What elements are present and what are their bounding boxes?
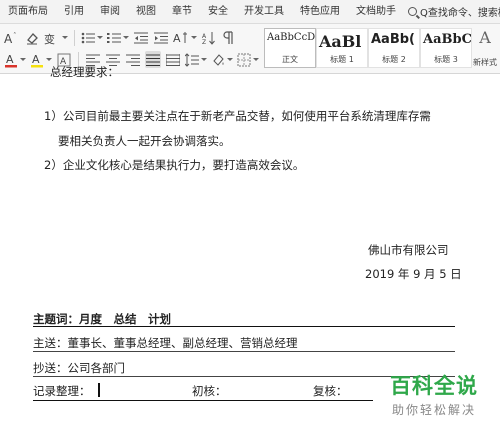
- command-search-label: Q查找命令、搜索模板: [420, 8, 500, 19]
- svg-text:ˆ: ˆ: [13, 32, 17, 40]
- justify-icon[interactable]: [145, 51, 161, 68]
- numbered-list-icon[interactable]: [107, 29, 129, 46]
- watermark-title: 百科全说: [390, 374, 478, 398]
- svg-text:A: A: [32, 53, 40, 66]
- doc-recipients: 主送：董事长、董事总经理、副总经理、营销总经理: [33, 336, 298, 350]
- increase-indent-icon[interactable]: [153, 29, 169, 46]
- tab-security[interactable]: 安全: [200, 0, 236, 24]
- tab-references[interactable]: 引用: [56, 0, 92, 24]
- doc-recipients-rule: [33, 351, 455, 352]
- tab-chapter[interactable]: 章节: [164, 0, 200, 24]
- svg-text:变: 变: [44, 32, 55, 45]
- doc-recheck-label: 复核：: [313, 384, 348, 398]
- phonetic-guide-icon[interactable]: 变: [44, 29, 68, 46]
- style-heading-2[interactable]: AaBb( 标题 2: [368, 28, 420, 68]
- menu-bar: 页面布局 引用 审阅 视图 章节 安全 开发工具 特色应用 文档助手 Q查找命令…: [0, 0, 500, 24]
- distributed-align-icon[interactable]: [165, 51, 181, 68]
- tab-page-layout[interactable]: 页面布局: [0, 0, 56, 24]
- font-size-increase-icon[interactable]: Aˆ: [4, 29, 20, 46]
- decrease-indent-icon[interactable]: [133, 29, 149, 46]
- doc-item-1-line-1: 1）公司目前最主要关注点在于新老产品交替，如何使用平台系统清理库存需: [44, 109, 431, 123]
- style-heading-1[interactable]: AaBl 标题 1: [316, 28, 368, 68]
- doc-requirements-heading: 总经理要求：: [50, 65, 119, 79]
- borders-icon[interactable]: [237, 51, 259, 68]
- watermark-slogan: 助你轻松解决: [391, 403, 476, 417]
- align-right-icon[interactable]: [125, 51, 141, 68]
- tab-review[interactable]: 审阅: [92, 0, 128, 24]
- text-direction-icon[interactable]: A: [173, 29, 197, 46]
- bullet-list-icon[interactable]: [81, 29, 103, 46]
- clear-format-icon[interactable]: [24, 29, 40, 46]
- font-color-icon[interactable]: A: [4, 51, 26, 68]
- svg-text:A: A: [173, 32, 181, 45]
- doc-footer-rule: [33, 400, 373, 401]
- tab-special-apps[interactable]: 特色应用: [292, 0, 348, 24]
- sort-icon[interactable]: AZ: [201, 29, 217, 46]
- svg-text:A: A: [6, 53, 14, 66]
- style-gallery: AaBbCcDd 正文 AaBl 标题 1 AaBb( 标题 2 AaBbC 标…: [264, 28, 472, 68]
- doc-company-name: 佛山市有限公司: [368, 243, 449, 257]
- show-marks-icon[interactable]: [221, 29, 237, 46]
- search-icon: [408, 7, 417, 16]
- doc-recorder-label: 记录整理：: [33, 384, 91, 398]
- doc-cc: 抄送：公司各部门: [33, 361, 125, 375]
- doc-subject-line: 主题词：月度 总结 计划: [33, 312, 171, 326]
- style-normal[interactable]: AaBbCcDd 正文: [264, 28, 316, 68]
- tab-doc-assistant[interactable]: 文档助手: [348, 0, 404, 24]
- doc-item-2: 2）企业文化核心是结果执行力，要打造高效会议。: [44, 158, 305, 172]
- watermark-logo: 百科全说 助你轻松解决: [374, 370, 494, 418]
- tab-developer[interactable]: 开发工具: [236, 0, 292, 24]
- shading-icon[interactable]: [211, 51, 233, 68]
- command-search[interactable]: Q查找命令、搜索模板: [404, 4, 500, 19]
- tab-view[interactable]: 视图: [128, 0, 164, 24]
- svg-text:Z: Z: [202, 39, 206, 45]
- doc-subject-rule: [33, 326, 455, 327]
- new-style-button[interactable]: A 新样式: [470, 28, 500, 68]
- doc-date: 2019 年 9 月 5 日: [365, 267, 462, 281]
- text-cursor: [98, 383, 100, 397]
- doc-item-1-line-2: 要相关负责人一起开会协调落实。: [58, 134, 231, 148]
- doc-review-label: 初核：: [192, 384, 227, 398]
- svg-text:A: A: [4, 32, 13, 45]
- style-heading-3[interactable]: AaBbC 标题 3: [420, 28, 472, 68]
- line-spacing-icon[interactable]: [185, 51, 207, 68]
- highlight-icon[interactable]: A: [30, 51, 52, 68]
